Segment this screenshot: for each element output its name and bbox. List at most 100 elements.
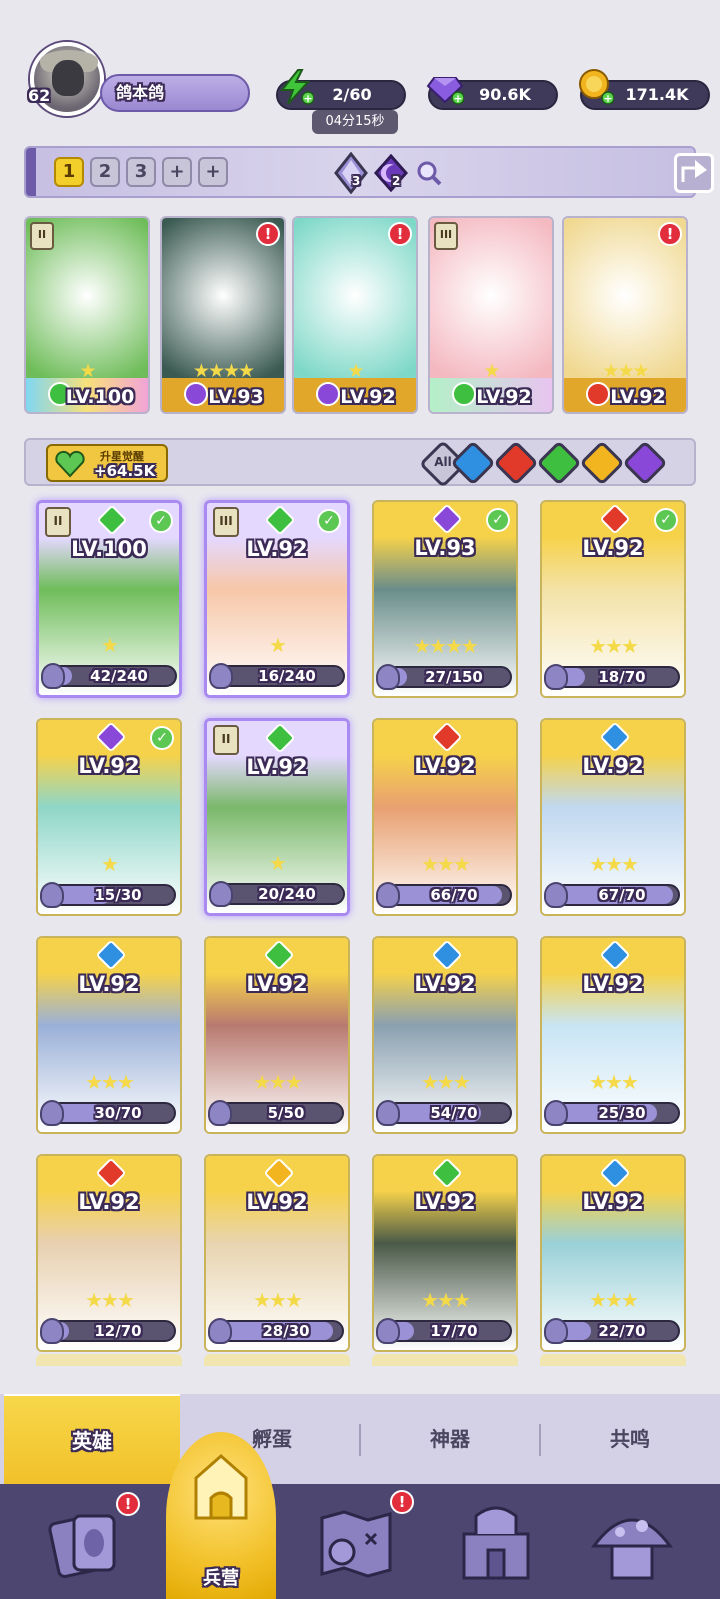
hero-card[interactable]: LV.92 ★ 16/240 III ✓ [204, 500, 350, 698]
hero-card[interactable]: LV.92 ★★★ 18/70 ✓ [540, 500, 686, 698]
deployed-check-icon: ✓ [486, 508, 510, 532]
filter-nature[interactable] [536, 440, 582, 486]
hero-card[interactable]: LV.92 ★★★ 30/70 [36, 936, 182, 1134]
shard-progress-bar: 12/70 [46, 1320, 176, 1342]
next-row-peek [204, 1354, 350, 1366]
hero-card[interactable]: LV.92 ★★★ 66/70 [372, 718, 518, 916]
nav-barracks[interactable]: 兵营 [166, 1432, 276, 1599]
hero-level: LV.92 [246, 537, 308, 561]
lineup-hero-card[interactable]: ★ LV.92! [292, 216, 418, 414]
star-rating: ★★★ [253, 1070, 303, 1094]
nav-castle[interactable] [448, 1494, 544, 1590]
shard-progress-text: 30/70 [94, 1104, 142, 1122]
shard-progress-bar: 17/70 [382, 1320, 512, 1342]
awaken-button[interactable]: 升星觉醒 +64.5K [46, 444, 168, 482]
hero-card[interactable]: LV.92 ★★★ 12/70 [36, 1154, 182, 1352]
shard-icon [209, 663, 233, 689]
filter-light[interactable] [579, 440, 625, 486]
energy-timer: 04分15秒 [312, 110, 398, 134]
star-rating: ★★★★ [413, 634, 479, 658]
svg-text:+: + [603, 92, 612, 105]
shard-icon [40, 1100, 64, 1126]
team-slot-add-2[interactable]: + [198, 157, 228, 187]
svg-text:+: + [453, 92, 462, 105]
shard-progress-text: 25/30 [598, 1104, 646, 1122]
lineup-hero-card[interactable]: ★★★ LV.92! [562, 216, 688, 414]
lineup-hero-card[interactable]: ★★★★ LV.93! [160, 216, 286, 414]
nav-cards[interactable]: ! [38, 1492, 140, 1590]
lineup-hero-card[interactable]: ★ LV.92 III [428, 216, 554, 414]
next-row-peek [372, 1354, 518, 1366]
player-name[interactable]: 鸽本鸽 [100, 74, 250, 112]
hero-card[interactable]: LV.92 ★ 15/30 ✓ [36, 718, 182, 916]
mushroom-house-icon [591, 1518, 673, 1580]
filter-dark[interactable] [622, 440, 668, 486]
gem-icon[interactable]: + [426, 68, 464, 106]
shard-progress-text: 28/30 [262, 1322, 310, 1340]
shard-icon [208, 1100, 232, 1126]
hero-card[interactable]: LV.92 ★★★ 28/30 [204, 1154, 350, 1352]
magnifier-icon[interactable] [414, 158, 444, 188]
hero-level: LV.92 [246, 755, 308, 779]
hero-card[interactable]: LV.100 ★ 42/240 II ✓ [36, 500, 182, 698]
star-rating: ★★★ [421, 852, 471, 876]
gem-value: 90.6K [479, 85, 531, 104]
shard-progress-text: 22/70 [598, 1322, 646, 1340]
energy-icon[interactable]: + [276, 68, 314, 106]
hero-level: LV.92 [246, 1190, 308, 1214]
shard-progress-bar: 16/240 [215, 665, 345, 687]
tab-resonance[interactable]: 共鸣 [542, 1394, 718, 1484]
filter-fire[interactable] [493, 440, 539, 486]
filter-water[interactable] [450, 440, 496, 486]
heart-icon [55, 450, 85, 478]
hero-card[interactable]: LV.92 ★★★ 54/70 [372, 936, 518, 1134]
shard-icon [544, 882, 568, 908]
hero-card[interactable]: LV.92 ★★★ 67/70 [540, 718, 686, 916]
nav-mushroom-house[interactable] [584, 1494, 680, 1590]
filter-bar: 升星觉醒 +64.5K All [24, 438, 696, 489]
hero-card[interactable]: LV.92 ★ 20/240 II [204, 718, 350, 916]
gold-coin-icon[interactable]: + [576, 68, 614, 106]
team-slot-1[interactable]: 1 [54, 157, 84, 187]
hero-level: LV.92 [414, 972, 476, 996]
hero-card[interactable]: LV.92 ★★★ 25/30 [540, 936, 686, 1134]
star-rating: ★★★ [85, 1070, 135, 1094]
team-slot-2[interactable]: 2 [90, 157, 120, 187]
hero-level: LV.92 [78, 754, 140, 778]
hero-level: LV.92 [582, 536, 644, 560]
hero-card[interactable]: LV.92 ★★★ 17/70 [372, 1154, 518, 1352]
tab-heroes[interactable]: 英雄 [4, 1394, 180, 1484]
shard-progress-text: 67/70 [598, 886, 646, 904]
hero-level: LV.92 [582, 754, 644, 778]
tab-artifact[interactable]: 神器 [362, 1394, 538, 1484]
nav-barracks-label: 兵营 [203, 1568, 239, 1589]
team-slot-3[interactable]: 3 [126, 157, 156, 187]
shard-progress-bar: 66/70 [382, 884, 512, 906]
crystal-icon[interactable] [330, 152, 372, 194]
team-slot-add-1[interactable]: + [162, 157, 192, 187]
shard-progress-bar: 42/240 [47, 665, 177, 687]
deployed-check-icon: ✓ [149, 509, 173, 533]
bottom-navbar: ! 兵营 ! [0, 1432, 720, 1599]
share-button[interactable] [674, 153, 714, 193]
tab-divider [359, 1424, 361, 1456]
hero-card[interactable]: LV.92 ★★★ 5/50 [204, 936, 350, 1134]
lineup-hero-card[interactable]: ★ LV.100 II [24, 216, 150, 414]
hero-card[interactable]: LV.92 ★★★ 22/70 [540, 1154, 686, 1352]
star-rating: ★ [101, 633, 119, 657]
nav-map-alert: ! [390, 1490, 414, 1514]
hero-card[interactable]: LV.93 ★★★★ 27/150 ✓ [372, 500, 518, 698]
shard-icon [376, 1318, 400, 1344]
star-rating: ★★★ [421, 1070, 471, 1094]
shard-progress-bar: 22/70 [550, 1320, 680, 1342]
shard-progress-text: 5/50 [267, 1104, 305, 1122]
moon-icon[interactable] [372, 154, 410, 192]
shard-progress-text: 20/240 [258, 885, 316, 903]
shard-icon [40, 1318, 64, 1344]
nav-map[interactable]: ! [308, 1490, 414, 1590]
alert-badge: ! [256, 222, 280, 246]
shard-progress-bar: 25/30 [550, 1102, 680, 1124]
shard-icon [208, 1318, 232, 1344]
shard-progress-text: 18/70 [598, 668, 646, 686]
star-rating: ★★★ [589, 1288, 639, 1312]
